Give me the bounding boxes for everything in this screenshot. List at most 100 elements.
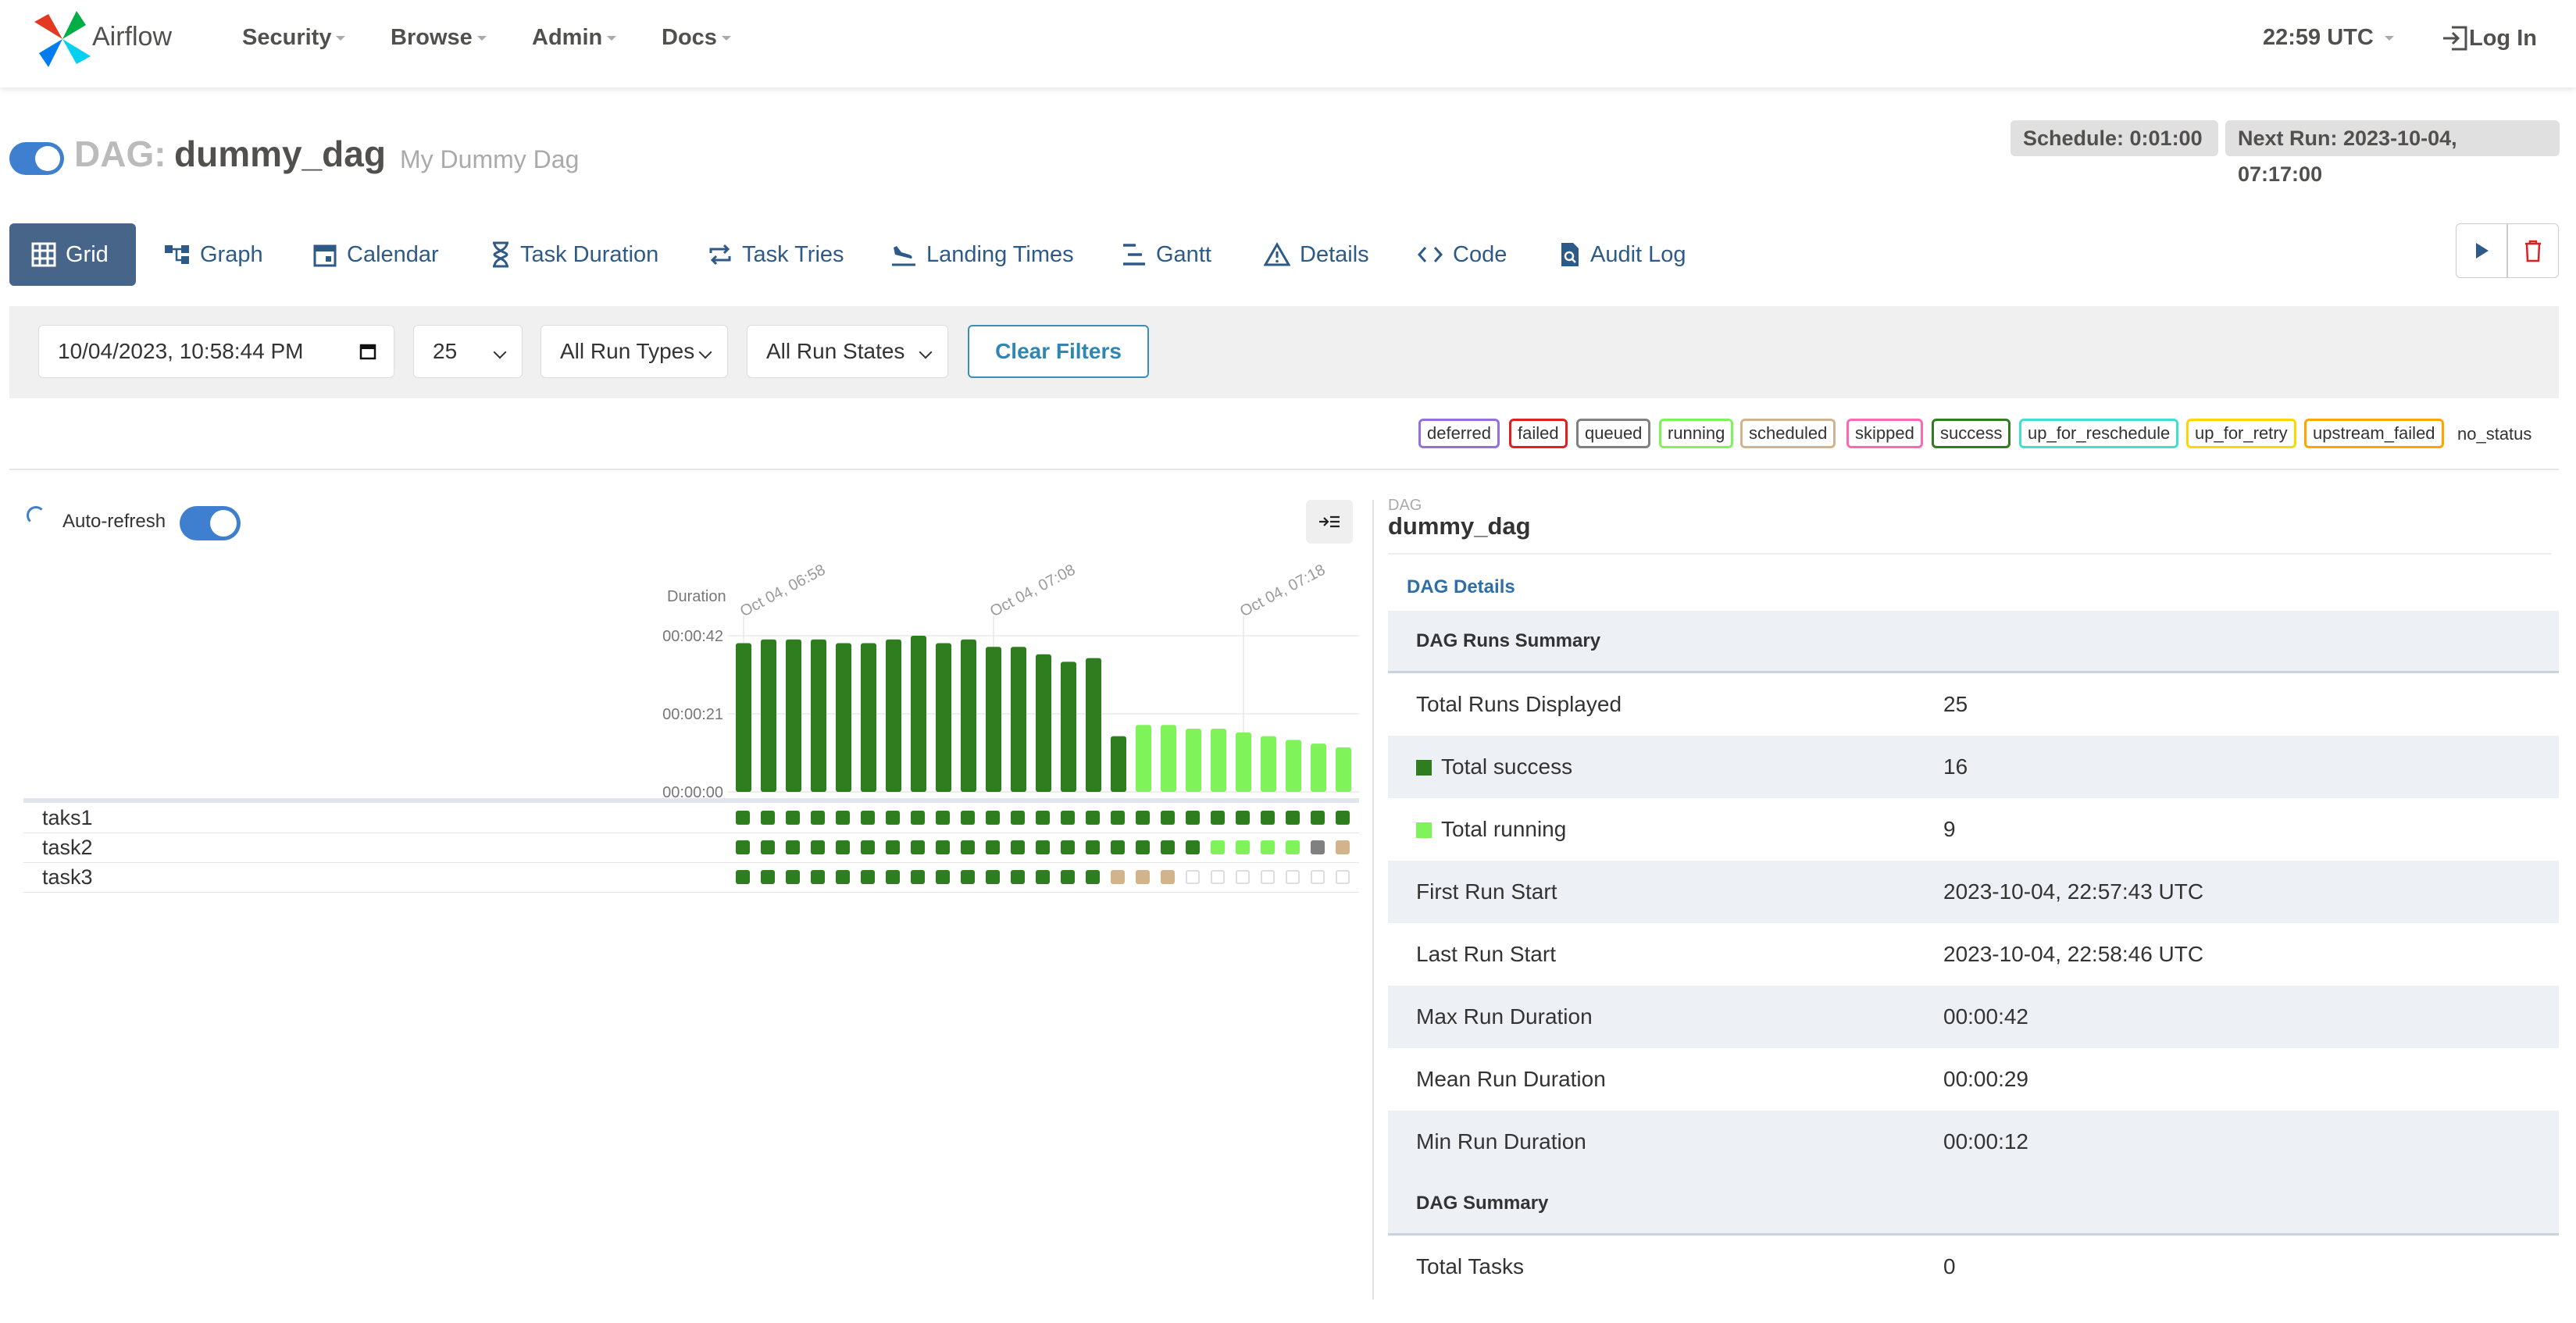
task-instance-cell[interactable]: [1311, 811, 1325, 825]
nav-security[interactable]: Security: [242, 25, 346, 51]
task-instance-cell[interactable]: [861, 811, 875, 825]
task-instance-cell[interactable]: [1286, 840, 1300, 854]
task-instance-cell[interactable]: [1336, 840, 1350, 854]
login-link[interactable]: Log In: [2441, 25, 2537, 52]
task-name[interactable]: taks1: [42, 806, 93, 830]
task-instance-cell[interactable]: [1286, 870, 1300, 884]
task-instance-cell[interactable]: [1036, 811, 1050, 825]
task-instance-cell[interactable]: [1111, 840, 1125, 854]
task-instance-cell[interactable]: [1111, 811, 1125, 825]
task-instance-cell[interactable]: [911, 870, 925, 884]
task-instance-cell[interactable]: [1086, 840, 1100, 854]
task-instance-cell[interactable]: [1111, 870, 1125, 884]
tab-code[interactable]: Code: [1417, 223, 1507, 286]
task-instance-cell[interactable]: [936, 811, 950, 825]
task-instance-cell[interactable]: [836, 840, 850, 854]
task-instance-cell[interactable]: [986, 870, 1000, 884]
num-runs-select[interactable]: 25: [413, 325, 523, 378]
timezone-dropdown[interactable]: 22:59 UTC: [2263, 25, 2394, 51]
task-instance-cell[interactable]: [736, 811, 750, 825]
nav-docs[interactable]: Docs: [662, 25, 731, 51]
task-instance-cell[interactable]: [961, 840, 975, 854]
task-instance-cell[interactable]: [836, 811, 850, 825]
task-instance-cell[interactable]: [1061, 811, 1075, 825]
task-instance-cell[interactable]: [1211, 840, 1225, 854]
task-instance-cell[interactable]: [1186, 840, 1200, 854]
task-instance-cell[interactable]: [1036, 870, 1050, 884]
task-instance-cell[interactable]: [986, 811, 1000, 825]
task-instance-cell[interactable]: [886, 811, 900, 825]
task-instance-cell[interactable]: [1011, 870, 1025, 884]
task-instance-cell[interactable]: [1336, 811, 1350, 825]
task-instance-cell[interactable]: [836, 870, 850, 884]
tab-task-tries[interactable]: Task Tries: [708, 223, 844, 286]
task-instance-cell[interactable]: [1236, 811, 1250, 825]
clear-filters-button[interactable]: Clear Filters: [968, 325, 1149, 378]
task-instance-cell[interactable]: [811, 811, 825, 825]
task-instance-cell[interactable]: [1236, 840, 1250, 854]
task-instance-cell[interactable]: [1311, 870, 1325, 884]
legend-up-for-reschedule[interactable]: up_for_reschedule: [2019, 419, 2179, 448]
tab-task-duration[interactable]: Task Duration: [491, 223, 658, 286]
task-instance-cell[interactable]: [1086, 870, 1100, 884]
task-instance-cell[interactable]: [1161, 840, 1175, 854]
legend-up-for-retry[interactable]: up_for_retry: [2186, 419, 2296, 448]
dag-pause-toggle[interactable]: [9, 142, 64, 175]
task-instance-cell[interactable]: [1236, 870, 1250, 884]
airflow-logo-icon[interactable]: [31, 8, 94, 70]
task-instance-cell[interactable]: [1086, 811, 1100, 825]
tab-grid[interactable]: Grid: [9, 223, 136, 286]
task-instance-cell[interactable]: [1136, 840, 1150, 854]
task-instance-cell[interactable]: [986, 840, 1000, 854]
task-instance-cell[interactable]: [861, 840, 875, 854]
task-instance-cell[interactable]: [936, 870, 950, 884]
tab-details[interactable]: Details: [1264, 223, 1369, 286]
tab-audit-log[interactable]: Audit Log: [1559, 223, 1686, 286]
task-instance-cell[interactable]: [1211, 811, 1225, 825]
tab-graph[interactable]: Graph: [164, 223, 263, 286]
task-instance-cell[interactable]: [1161, 870, 1175, 884]
task-row[interactable]: taks1: [23, 803, 1359, 833]
task-instance-cell[interactable]: [1336, 870, 1350, 884]
legend-upstream-failed[interactable]: upstream_failed: [2304, 419, 2444, 448]
task-instance-cell[interactable]: [811, 840, 825, 854]
task-instance-cell[interactable]: [1036, 840, 1050, 854]
task-instance-cell[interactable]: [1011, 811, 1025, 825]
trigger-dag-button[interactable]: [2456, 223, 2507, 278]
task-instance-cell[interactable]: [811, 870, 825, 884]
legend-queued[interactable]: queued: [1576, 419, 1651, 448]
task-instance-cell[interactable]: [1136, 870, 1150, 884]
task-instance-cell[interactable]: [936, 840, 950, 854]
legend-no-status[interactable]: no_status: [2457, 424, 2531, 444]
task-instance-cell[interactable]: [1061, 840, 1075, 854]
run-state-select[interactable]: All Run States: [747, 325, 948, 378]
task-instance-cell[interactable]: [761, 840, 775, 854]
task-instance-cell[interactable]: [786, 870, 800, 884]
collapse-details-button[interactable]: [1306, 500, 1353, 544]
task-instance-cell[interactable]: [786, 840, 800, 854]
legend-deferred[interactable]: deferred: [1418, 419, 1500, 448]
task-instance-cell[interactable]: [911, 811, 925, 825]
legend-running[interactable]: running: [1659, 419, 1734, 448]
task-row[interactable]: task2: [23, 833, 1359, 863]
task-instance-cell[interactable]: [1161, 811, 1175, 825]
tab-gantt[interactable]: Gantt: [1122, 223, 1211, 286]
task-row[interactable]: task3: [23, 862, 1359, 893]
task-instance-cell[interactable]: [961, 811, 975, 825]
task-instance-cell[interactable]: [1136, 811, 1150, 825]
legend-skipped[interactable]: skipped: [1846, 419, 1923, 448]
task-instance-cell[interactable]: [761, 811, 775, 825]
delete-dag-button[interactable]: [2507, 223, 2559, 278]
task-instance-cell[interactable]: [1061, 870, 1075, 884]
task-instance-cell[interactable]: [886, 840, 900, 854]
task-instance-cell[interactable]: [761, 870, 775, 884]
auto-refresh-toggle[interactable]: [180, 506, 241, 540]
dag-details-tab[interactable]: DAG Details: [1407, 576, 1515, 598]
task-instance-cell[interactable]: [1261, 840, 1275, 854]
task-instance-cell[interactable]: [736, 870, 750, 884]
task-instance-cell[interactable]: [786, 811, 800, 825]
task-instance-cell[interactable]: [861, 870, 875, 884]
task-instance-cell[interactable]: [1186, 811, 1200, 825]
task-instance-cell[interactable]: [1261, 870, 1275, 884]
task-instance-cell[interactable]: [1011, 840, 1025, 854]
